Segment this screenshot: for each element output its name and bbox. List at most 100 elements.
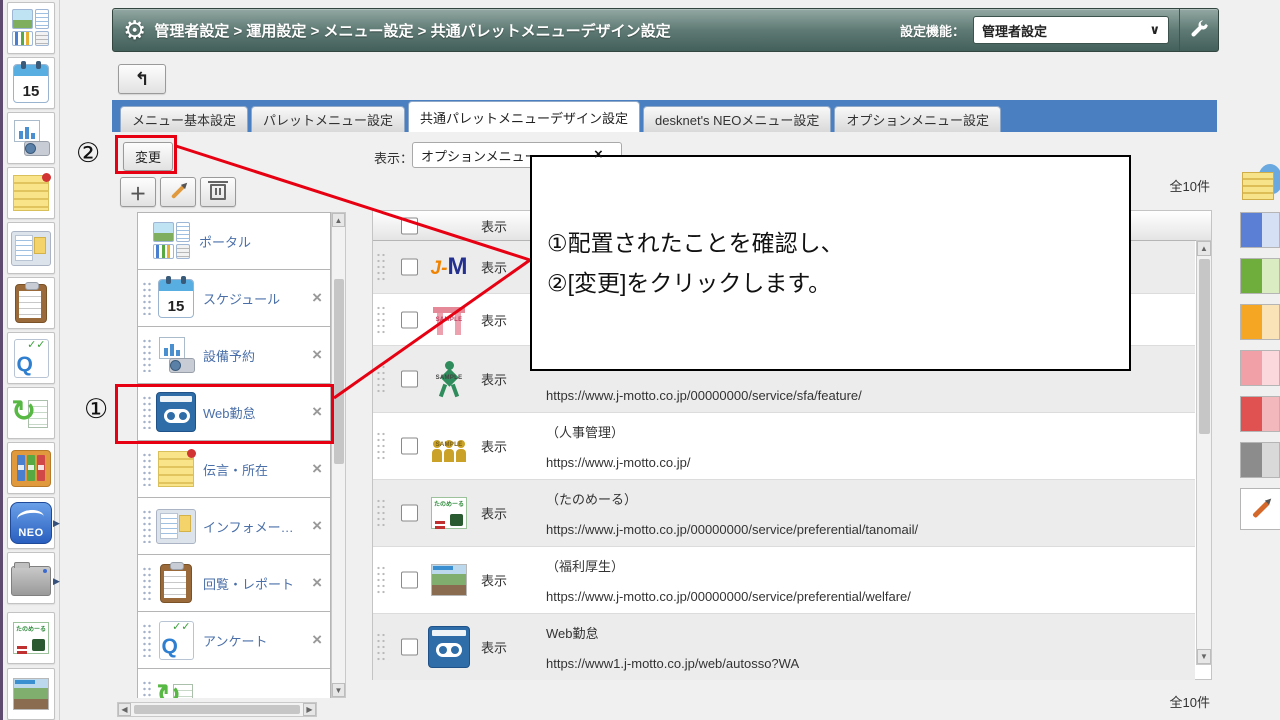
welfare-icon[interactable]: [7, 668, 55, 720]
step-2-marker: ②: [76, 138, 100, 169]
palette-item-portal[interactable]: ポータル: [137, 212, 331, 270]
table-row-web-kintai[interactable]: 表示 Web勤怠 https://www1.j-motto.co.jp/web/…: [373, 614, 1195, 680]
scrollbar-thumb[interactable]: [1199, 259, 1210, 434]
drag-handle[interactable]: [376, 632, 385, 662]
row-checkbox[interactable]: [401, 259, 418, 276]
memo-note-icon[interactable]: [1242, 164, 1280, 210]
equipment-icon: [155, 337, 197, 373]
drag-handle[interactable]: [376, 252, 385, 282]
scroll-right-button[interactable]: ▶: [303, 703, 316, 716]
drag-handle[interactable]: [376, 431, 385, 461]
tab-menu-basic[interactable]: メニュー基本設定: [120, 106, 248, 132]
select-all-checkbox[interactable]: [401, 217, 418, 234]
row-checkbox[interactable]: [401, 438, 418, 455]
design-color-red[interactable]: [1240, 396, 1280, 432]
row-title: （福利厚生）: [546, 556, 624, 575]
design-color-blue[interactable]: [1240, 212, 1280, 248]
design-color-gray[interactable]: [1240, 442, 1280, 478]
scroll-down-button[interactable]: ▼: [1197, 649, 1211, 664]
row-checkbox[interactable]: [401, 572, 418, 589]
scroll-up-button[interactable]: ▲: [1197, 241, 1211, 256]
setting-function-select[interactable]: 管理者設定 ∨: [973, 16, 1169, 44]
palette-item-survey[interactable]: ✓✓Q アンケート ×: [137, 611, 331, 669]
tab-common-palette-design[interactable]: 共通パレットメニューデザイン設定: [408, 101, 640, 132]
tab-desknets-neo-menu[interactable]: desknet's NEOメニュー設定: [643, 106, 831, 132]
drag-handle[interactable]: [376, 565, 385, 595]
row-checkbox[interactable]: [401, 505, 418, 522]
table-row-tanomail[interactable]: たのめーる 表示 （たのめーる） https://www.j-motto.co.…: [373, 480, 1195, 547]
close-icon[interactable]: ×: [312, 573, 322, 593]
portal-icon[interactable]: [7, 2, 55, 54]
drag-handle[interactable]: [142, 509, 151, 543]
equipment-icon[interactable]: [7, 112, 55, 164]
drag-handle[interactable]: [142, 281, 151, 315]
scrollbar-thumb[interactable]: [134, 705, 300, 714]
row-checkbox[interactable]: [401, 371, 418, 388]
edit-button[interactable]: [160, 177, 196, 207]
tab-option-menu[interactable]: オプションメニュー設定: [834, 106, 1001, 132]
sample-gold-icon: SAMPLE: [423, 430, 475, 462]
row-checkbox[interactable]: [401, 311, 418, 328]
design-color-green[interactable]: [1240, 258, 1280, 294]
table-row-hr[interactable]: SAMPLE 表示 （人事管理） https://www.j-motto.co.…: [373, 413, 1195, 480]
wrench-button[interactable]: [1179, 9, 1218, 51]
drag-handle[interactable]: [142, 452, 151, 486]
memo-icon[interactable]: [7, 167, 55, 219]
add-button[interactable]: ＋: [120, 177, 156, 207]
table-scrollbar-vertical[interactable]: ▲ ▼: [1196, 240, 1212, 665]
row-url: https://www.j-motto.co.jp/00000000/servi…: [546, 522, 918, 537]
drag-handle[interactable]: [376, 498, 385, 528]
design-color-orange[interactable]: [1240, 304, 1280, 340]
palette-item-partial[interactable]: ↻: [137, 668, 331, 698]
palette-item-label: 回覧・レポート: [203, 574, 294, 593]
scroll-down-button[interactable]: ▼: [332, 683, 345, 697]
tab-palette-menu[interactable]: パレットメニュー設定: [251, 106, 405, 132]
palette-scrollbar-vertical[interactable]: ▲ ▼: [331, 212, 346, 698]
back-button[interactable]: ↰: [118, 64, 166, 94]
row-show-status: 表示: [481, 437, 507, 456]
annotation-line-1: ①配置されたことを確認し、: [547, 223, 1129, 263]
custom-design-button[interactable]: [1240, 488, 1280, 530]
neo-icon[interactable]: NEO: [7, 497, 55, 549]
workflow-icon[interactable]: ↻: [7, 387, 55, 439]
delete-button[interactable]: [200, 177, 236, 207]
filter-clear-icon[interactable]: ×: [594, 146, 603, 163]
palette-scrollbar-horizontal[interactable]: ◀ ▶: [117, 702, 317, 717]
row-show-status: 表示: [481, 571, 507, 590]
cabinet-icon[interactable]: [7, 442, 55, 494]
drag-handle[interactable]: [142, 623, 151, 657]
row-checkbox[interactable]: [401, 639, 418, 656]
neo-expand-arrow[interactable]: ▶: [53, 518, 60, 529]
close-icon[interactable]: ×: [312, 288, 322, 308]
scrollbar-thumb[interactable]: [334, 279, 344, 464]
close-icon[interactable]: ×: [312, 516, 322, 536]
close-icon[interactable]: ×: [312, 630, 322, 650]
row-show-status: 表示: [481, 310, 507, 329]
table-row-welfare[interactable]: 表示 （福利厚生） https://www.j-motto.co.jp/0000…: [373, 547, 1195, 614]
tanomail-icon[interactable]: たのめーる: [7, 612, 55, 664]
palette-item-information[interactable]: インフォメー… ×: [137, 497, 331, 555]
scroll-left-button[interactable]: ◀: [118, 703, 131, 716]
palette-item-schedule[interactable]: 15 スケジュール ×: [137, 269, 331, 327]
drag-handle[interactable]: [376, 364, 385, 394]
folder-icon[interactable]: [7, 552, 55, 604]
folder-expand-arrow[interactable]: ▶: [53, 576, 60, 587]
design-color-pink[interactable]: [1240, 350, 1280, 386]
clipboard-icon[interactable]: [7, 277, 55, 329]
palette-item-circular-report[interactable]: 回覧・レポート ×: [137, 554, 331, 612]
drag-handle[interactable]: [376, 305, 385, 335]
palette-item-equipment[interactable]: 設備予約 ×: [137, 326, 331, 384]
schedule-icon[interactable]: 15: [7, 57, 55, 109]
drag-handle[interactable]: [142, 680, 151, 698]
row-show-status: 表示: [481, 504, 507, 523]
setting-function-value: 管理者設定: [982, 21, 1047, 40]
chevron-down-icon: ∨: [1149, 22, 1160, 38]
drag-handle[interactable]: [142, 338, 151, 372]
infoboard-icon[interactable]: [7, 222, 55, 274]
palette-item-memo[interactable]: 伝言・所在 ×: [137, 440, 331, 498]
close-icon[interactable]: ×: [312, 345, 322, 365]
scroll-up-button[interactable]: ▲: [332, 213, 345, 227]
close-icon[interactable]: ×: [312, 459, 322, 479]
survey-icon[interactable]: ✓✓Q: [7, 332, 55, 384]
drag-handle[interactable]: [142, 566, 151, 600]
